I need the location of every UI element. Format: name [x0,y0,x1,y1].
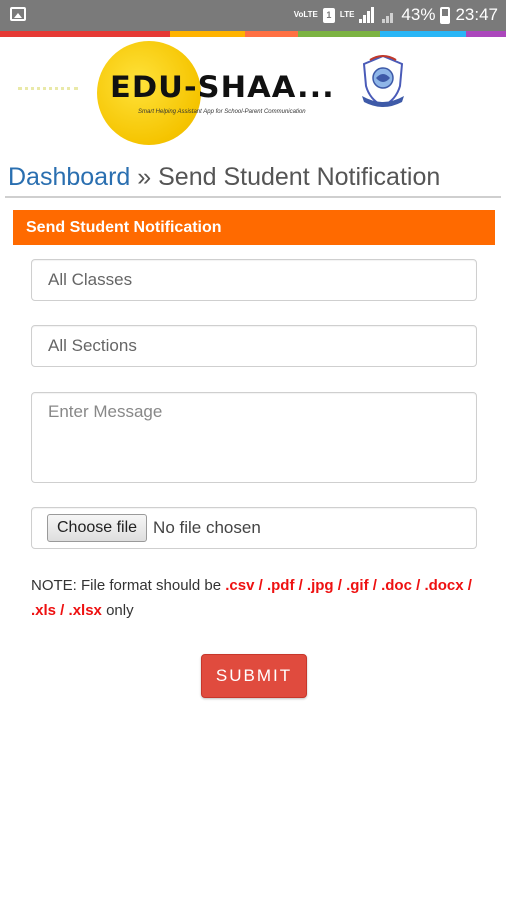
logo-name: EDU-SHAA... [110,70,335,104]
file-format-note: NOTE: File format should be .csv / .pdf … [31,573,483,623]
clock: 23:47 [455,5,498,24]
logo-tagline: Smart Helping Assistant App for School-P… [138,109,306,115]
gallery-notification-icon [10,7,26,21]
breadcrumb-divider [5,196,501,198]
header-color-stripe [0,31,506,37]
class-select[interactable]: All Classes [31,259,477,301]
logo-decoration [18,87,78,97]
note-suffix: only [106,602,134,619]
submit-button[interactable]: SUBMIT [201,654,307,698]
file-status: No file chosen [153,518,261,537]
message-textarea[interactable]: Enter Message [31,392,477,483]
breadcrumb-current: Send Student Notification [158,163,441,191]
class-select-value: All Classes [48,270,133,289]
breadcrumb-separator: » [137,163,152,191]
battery-percent: 43% [401,5,436,24]
signal-strength-icon-2 [382,7,396,23]
breadcrumb: Dashboard » Send Student Notification [8,163,440,192]
sim-icon: 1 [322,7,335,23]
status-bar: VoLTE 1 LTE 43% 23:47 [0,0,506,31]
section-select[interactable]: All Sections [31,325,477,367]
file-input[interactable]: Choose file No file chosen [31,507,477,549]
panel-heading: Send Student Notification [13,210,495,245]
note-formats-line1: .csv / .pdf / .jpg / .gif / .doc / [225,577,421,594]
school-crest-icon [362,54,404,108]
volte-indicator: VoLTE [293,10,318,19]
breadcrumb-dashboard-link[interactable]: Dashboard [8,163,130,191]
battery-icon [440,6,451,24]
status-icons: VoLTE 1 LTE 43% 23:47 [294,5,498,25]
section-select-value: All Sections [48,336,137,355]
choose-file-button[interactable]: Choose file [47,514,148,542]
signal-strength-icon [359,7,377,23]
message-placeholder: Enter Message [48,402,163,421]
note-prefix: NOTE: File format should be [31,577,222,594]
lte-indicator: LTE [339,10,355,19]
